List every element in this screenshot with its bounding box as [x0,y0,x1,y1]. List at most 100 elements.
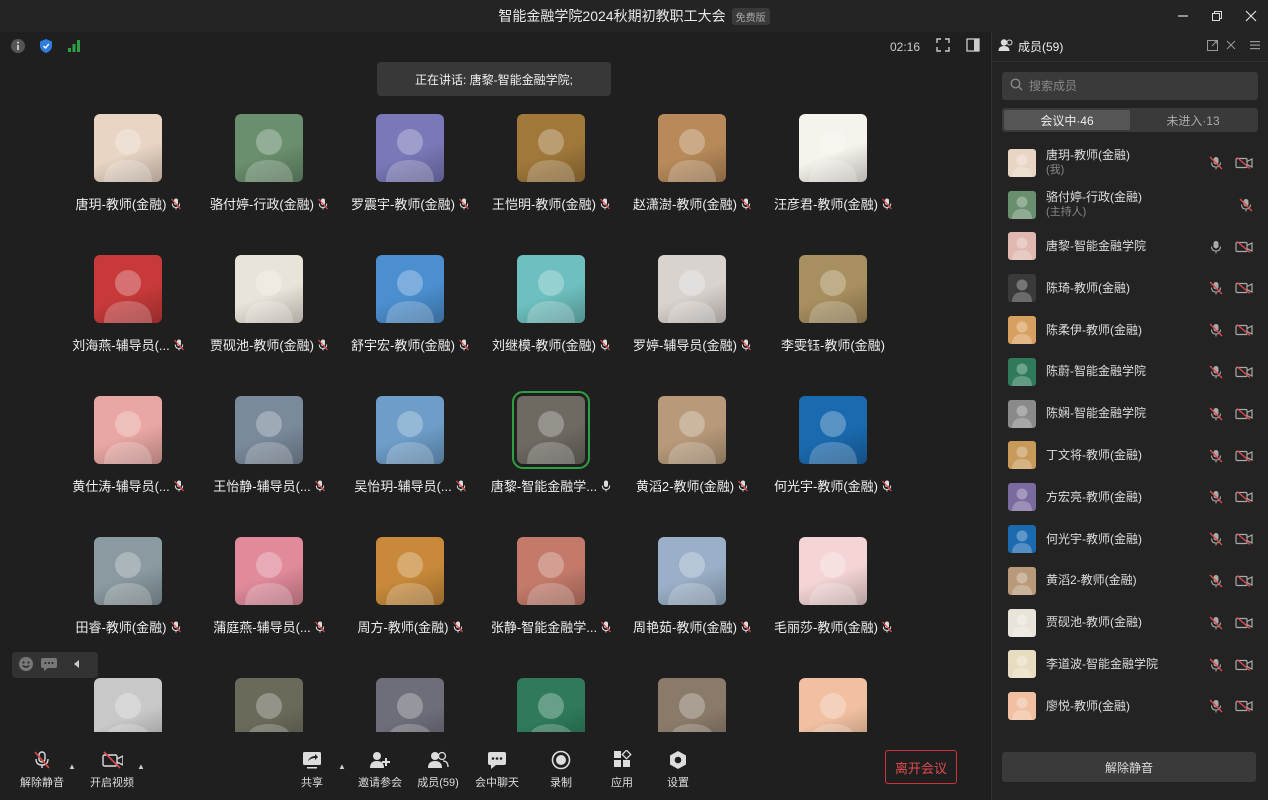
participant-tile[interactable]: 赵潇澍-教师(金融) [622,112,762,232]
member-row[interactable]: 黄滔2-教师(金融) [992,560,1268,602]
close-panel-icon[interactable] [1226,40,1236,54]
member-search[interactable] [1002,72,1258,100]
member-row[interactable]: 唐黎-智能金融学院 [992,226,1268,268]
mic-muted-icon[interactable] [1209,323,1223,337]
fullscreen-icon[interactable] [936,38,950,55]
shield-icon[interactable] [38,38,54,54]
member-row[interactable]: 陈琦-教师(金融) [992,267,1268,309]
participant-tile[interactable]: 周艳茹-教师(金融) [622,535,762,655]
unmute-button[interactable]: 解除静音 [12,750,72,790]
close-icon[interactable] [1234,0,1268,32]
mic-muted-icon[interactable] [1239,198,1253,212]
camera-off-icon[interactable] [1235,240,1253,253]
mic-muted-icon[interactable] [1209,281,1223,295]
participant-tile[interactable]: 王恺明-教师(金融) [481,112,621,232]
signal-icon[interactable] [66,38,82,54]
collapse-icon[interactable] [72,658,82,673]
participant-tile[interactable]: 刘海燕-辅导员(... [58,253,198,373]
mic-muted-icon[interactable] [1209,574,1223,588]
chat-button[interactable]: 会中聊天 [467,750,527,790]
layout-icon[interactable] [966,38,980,55]
participant-tile[interactable]: 舒宇宏-教师(金融) [340,253,480,373]
mic-muted-icon[interactable] [1209,658,1223,672]
member-row[interactable]: 唐玥-教师(金融) (我) [992,142,1268,184]
restore-icon[interactable] [1200,0,1234,32]
participant-tile[interactable]: 罗婷-辅导员(金融) [622,253,762,373]
mic-muted-icon[interactable] [1209,407,1223,421]
camera-off-icon[interactable] [1235,157,1253,169]
participant-tile[interactable]: 黄仕涛-辅导员(... [58,394,198,514]
participant-tile[interactable]: 蒲庭燕-辅导员(... [199,535,339,655]
participant-tile[interactable]: 唐黎-智能金融学... [481,391,621,514]
participant-tile[interactable] [622,676,762,732]
audio-options-icon[interactable]: ▲ [68,762,76,771]
participant-tile[interactable]: 周方-教师(金融) [340,535,480,655]
members-button[interactable]: 成员(59) [408,750,468,790]
camera-off-icon[interactable] [1235,491,1253,504]
camera-off-icon[interactable] [1235,574,1253,587]
participant-tile[interactable]: 汪彦君-教师(金融) [763,112,903,232]
share-button[interactable]: 共享 [282,750,342,790]
search-input[interactable] [1029,79,1229,93]
participant-tile[interactable]: 何光宇-教师(金融) [763,394,903,514]
participant-tile[interactable]: 罗震宇-教师(金融) [340,112,480,232]
participant-tile[interactable]: 骆付婷-行政(金融) [199,112,339,232]
mic-muted-icon[interactable] [1209,532,1223,546]
participant-tile[interactable]: 刘继模-教师(金融) [481,253,621,373]
mic-muted-icon[interactable] [1209,699,1223,713]
participant-tile[interactable]: 黄滔2-教师(金融) [622,394,762,514]
unmute-all-button[interactable]: 解除静音 [1002,752,1256,782]
participant-tile[interactable]: 贾砚池-教师(金融) [199,253,339,373]
member-row[interactable]: 贾砚池-教师(金融) [992,602,1268,644]
leave-meeting-button[interactable]: 离开会议 [885,750,957,784]
participant-tile[interactable]: 田睿-教师(金融) [58,535,198,655]
participant-tile[interactable]: 毛丽莎-教师(金融) [763,535,903,655]
mic-icon[interactable] [1209,240,1223,254]
mic-muted-icon[interactable] [1209,156,1223,170]
mic-muted-icon[interactable] [1209,449,1223,463]
camera-off-icon[interactable] [1235,282,1253,295]
info-icon[interactable] [10,38,26,54]
member-row[interactable]: 骆付婷-行政(金融) (主持人) [992,184,1268,226]
camera-off-icon[interactable] [1235,449,1253,462]
start-video-button[interactable]: 开启视频 [82,750,142,790]
camera-off-icon[interactable] [1235,324,1253,337]
participant-tile[interactable]: 张静-智能金融学... [481,535,621,655]
popout-icon[interactable] [1207,39,1218,54]
tab-in-meeting[interactable]: 会议中·46 [1004,110,1130,130]
member-row[interactable]: 廖悦-教师(金融) [992,685,1268,727]
camera-off-icon[interactable] [1235,407,1253,420]
participant-tile[interactable] [199,676,339,732]
invite-button[interactable]: 邀请参会 [350,750,410,790]
video-options-icon[interactable]: ▲ [137,762,145,771]
participant-tile[interactable] [481,676,621,732]
mic-muted-icon[interactable] [1209,616,1223,630]
more-menu-icon[interactable] [1250,40,1260,54]
participant-tile[interactable]: 王怡静-辅导员(... [199,394,339,514]
camera-off-icon[interactable] [1235,533,1253,546]
emoji-icon[interactable] [18,656,34,675]
participant-tile[interactable] [58,676,198,732]
camera-off-icon[interactable] [1235,658,1253,671]
participant-tile[interactable] [340,676,480,732]
participant-tile[interactable]: 李雯钰-教师(金融) [763,253,903,373]
member-row[interactable]: 陈蔚-智能金融学院 [992,351,1268,393]
participant-tile[interactable]: 吴怡玥-辅导员(... [340,394,480,514]
mic-muted-icon[interactable] [1209,490,1223,504]
member-row[interactable]: 丁文将-教师(金融) [992,435,1268,477]
record-button[interactable]: 录制 [531,750,591,790]
settings-button[interactable]: 设置 [648,750,708,790]
minimize-icon[interactable] [1166,0,1200,32]
participant-tile[interactable] [763,676,903,732]
member-row[interactable]: 陈柔伊-教师(金融) [992,309,1268,351]
tab-not-joined[interactable]: 未进入·13 [1130,110,1256,130]
member-row[interactable]: 陈娴-智能金融学院 [992,393,1268,435]
camera-off-icon[interactable] [1235,700,1253,713]
member-row[interactable]: 何光宇-教师(金融) [992,518,1268,560]
participant-tile[interactable]: 唐玥-教师(金融) [58,112,198,232]
share-options-icon[interactable]: ▲ [338,762,346,771]
member-row[interactable]: 方宏亮-教师(金融) [992,476,1268,518]
mic-muted-icon[interactable] [1209,365,1223,379]
camera-off-icon[interactable] [1235,616,1253,629]
camera-off-icon[interactable] [1235,365,1253,378]
